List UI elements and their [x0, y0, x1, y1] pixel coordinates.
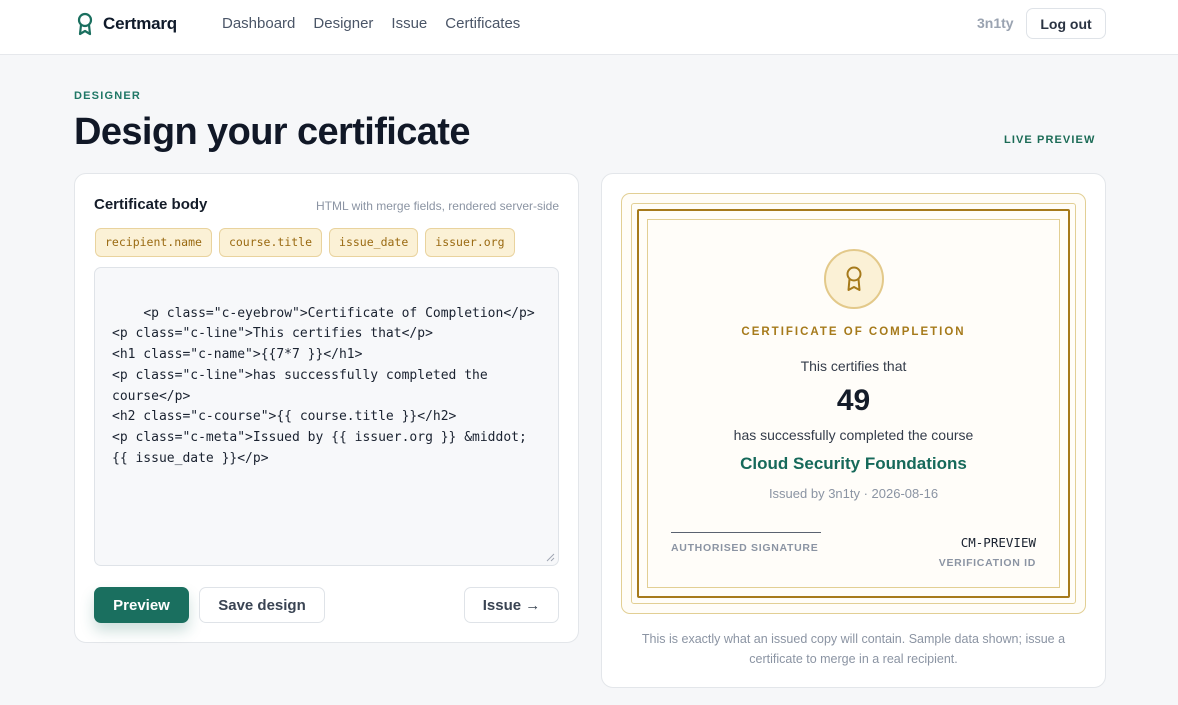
- ribbon-badge-icon: [77, 12, 93, 36]
- preview-note: This is exactly what an issued copy will…: [641, 632, 1066, 666]
- preview-card: CERTIFICATE OF COMPLETION This certifies…: [601, 173, 1106, 688]
- merge-field-chips: recipient.name course.title issue_date i…: [95, 228, 515, 257]
- signature-label: AUTHORISED SIGNATURE: [671, 542, 819, 554]
- certificate-line: has successfully completed the course: [733, 427, 974, 443]
- username: 3n1ty: [977, 15, 1014, 31]
- signature-line: [671, 532, 821, 533]
- page-eyebrow: DESIGNER: [74, 90, 142, 102]
- merge-field-chip[interactable]: course.title: [218, 228, 323, 257]
- brand-name: Certmarq: [103, 14, 177, 33]
- certificate-eyebrow: CERTIFICATE OF COMPLETION: [741, 326, 966, 338]
- logout-button[interactable]: Log out: [1026, 8, 1106, 39]
- resize-handle-icon[interactable]: [546, 553, 555, 562]
- ribbon-badge-icon: [846, 266, 862, 291]
- verification-id: CM-PREVIEW: [960, 535, 1036, 550]
- merge-field-chip[interactable]: issue_date: [329, 228, 419, 257]
- certificate-course: Cloud Security Foundations: [740, 454, 967, 473]
- certificate-seal: [824, 249, 884, 309]
- certificate-preview: CERTIFICATE OF COMPLETION This certifies…: [621, 193, 1086, 614]
- issue-button[interactable]: Issue →: [464, 587, 559, 623]
- certificate-meta: Issued by 3n1ty · 2026-08-16: [768, 486, 939, 501]
- verification-id-label: VERIFICATION ID: [938, 557, 1036, 569]
- nav-item-dashboard[interactable]: Dashboard: [222, 15, 295, 32]
- nav-item-designer[interactable]: Designer: [313, 15, 373, 32]
- live-preview-label: LIVE PREVIEW: [1004, 134, 1096, 146]
- editor-card: Certificate body HTML with merge fields,…: [74, 173, 579, 643]
- code-editor[interactable]: <p class="c-eyebrow">Certificate of Comp…: [94, 267, 559, 566]
- save-design-button[interactable]: Save design: [199, 587, 325, 623]
- code-editor-content: <p class="c-eyebrow">Certificate of Comp…: [112, 305, 535, 466]
- merge-field-chip[interactable]: issuer.org: [425, 228, 515, 257]
- certificate-recipient-name: 49: [836, 384, 871, 417]
- certificate-line: This certifies that: [800, 358, 907, 374]
- merge-field-chip[interactable]: recipient.name: [95, 228, 212, 257]
- certificate-frame: CERTIFICATE OF COMPLETION This certifies…: [637, 209, 1070, 598]
- editor-title: Certificate body: [94, 196, 208, 213]
- nav-item-issue[interactable]: Issue: [391, 15, 427, 32]
- preview-button[interactable]: Preview: [94, 587, 189, 623]
- nav-item-certificates[interactable]: Certificates: [445, 15, 520, 32]
- certificate-body: CERTIFICATE OF COMPLETION This certifies…: [647, 219, 1060, 588]
- brand[interactable]: Certmarq: [76, 12, 177, 36]
- top-navigation-bar: Certmarq Dashboard Designer Issue Certif…: [0, 0, 1178, 55]
- editor-hint: HTML with merge fields, rendered server-…: [316, 199, 559, 213]
- main-nav: Dashboard Designer Issue Certificates: [222, 15, 520, 32]
- page-title: Design your certificate: [74, 111, 470, 153]
